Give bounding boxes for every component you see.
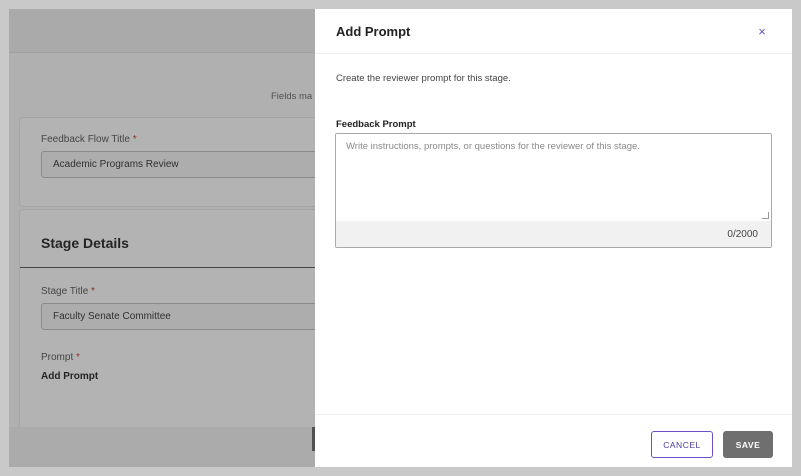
panel-header: Add Prompt × (315, 9, 792, 54)
character-counter: 0/2000 (727, 229, 758, 240)
character-counter-bar: 0/2000 (336, 221, 771, 247)
feedback-prompt-label: Feedback Prompt (336, 119, 416, 130)
app-frame: Fields ma Feedback Flow Title * Academic… (9, 9, 792, 467)
resize-handle-icon[interactable] (762, 212, 769, 219)
add-prompt-panel: Add Prompt × Create the reviewer prompt … (315, 9, 792, 467)
close-icon[interactable]: × (753, 23, 771, 41)
panel-title: Add Prompt (336, 24, 411, 39)
panel-description: Create the reviewer prompt for this stag… (336, 73, 511, 84)
panel-footer: CANCEL SAVE (315, 414, 792, 467)
feedback-prompt-textarea[interactable] (336, 134, 771, 221)
save-button[interactable]: SAVE (723, 431, 773, 458)
feedback-prompt-field: 0/2000 (335, 133, 772, 248)
cancel-button[interactable]: CANCEL (651, 431, 713, 458)
